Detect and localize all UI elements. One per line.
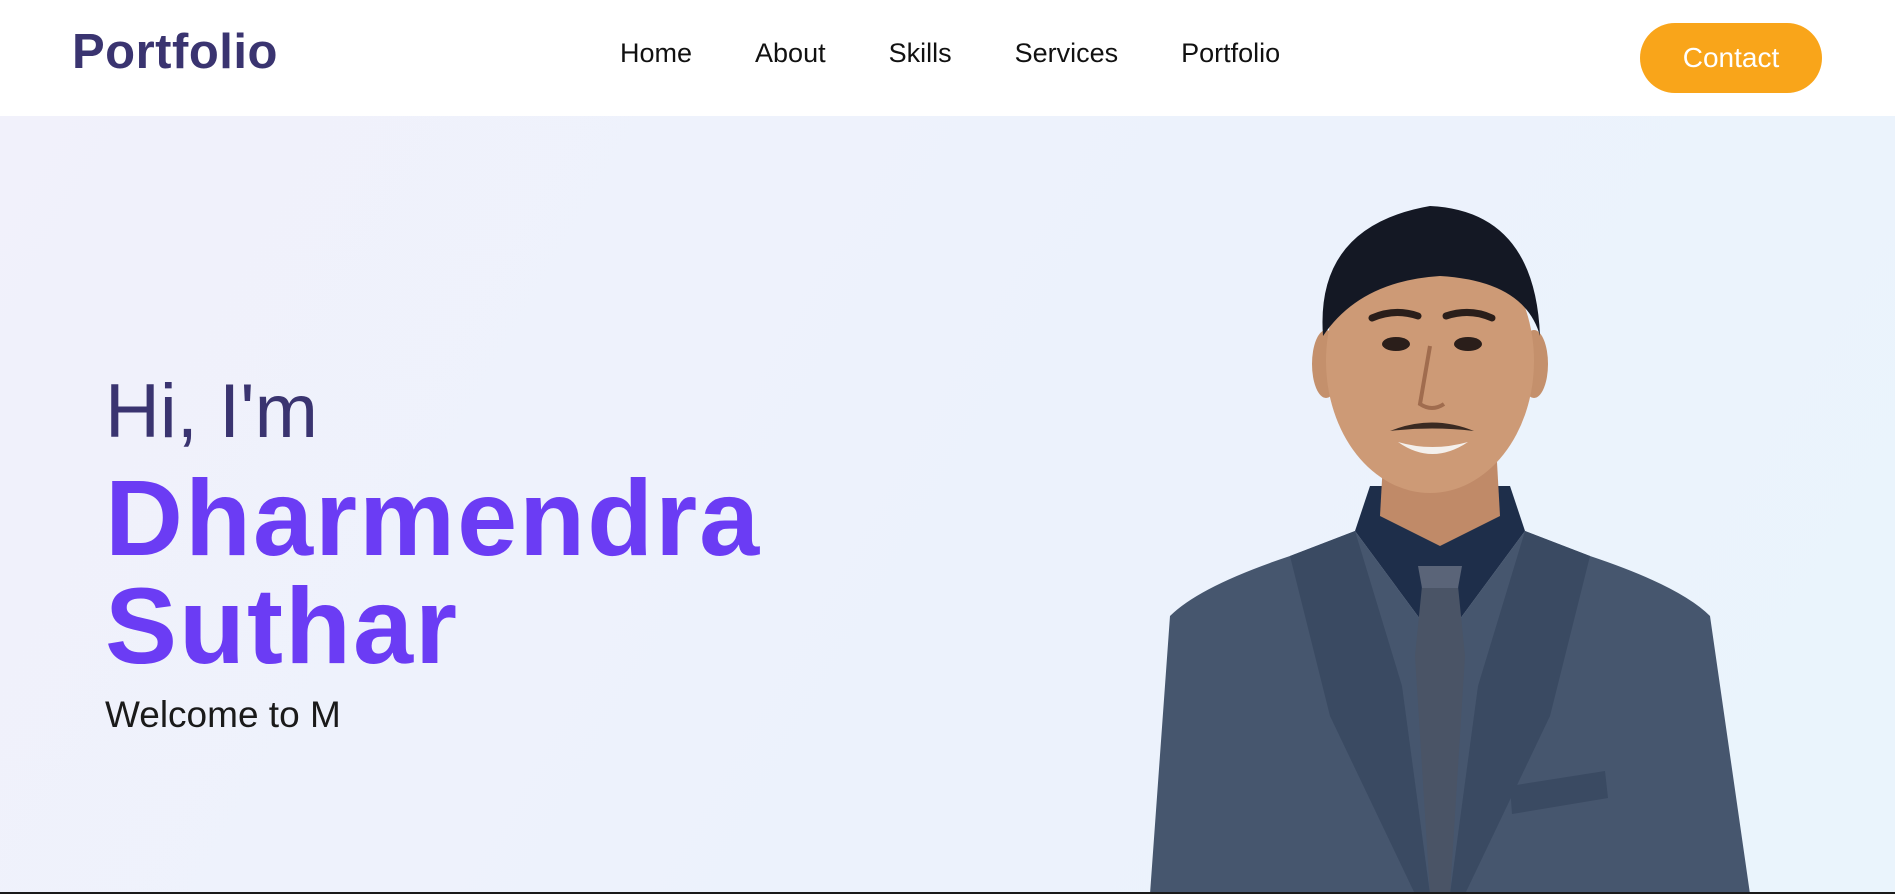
nav-link-skills[interactable]: Skills <box>889 38 952 69</box>
hero-tagline: Welcome to M <box>105 694 341 735</box>
nav-link-services[interactable]: Services <box>1015 38 1119 69</box>
contact-button[interactable]: Contact <box>1640 23 1822 93</box>
nav-link-about[interactable]: About <box>755 38 826 69</box>
nav-link-portfolio[interactable]: Portfolio <box>1181 38 1280 69</box>
profile-portrait <box>1150 206 1750 894</box>
nav-link-home[interactable]: Home <box>620 38 692 69</box>
hero-greeting: Hi, I'm <box>105 369 318 454</box>
hero-name-last: Suthar <box>105 565 460 686</box>
nav-links: Home About Skills Services Portfolio <box>620 38 1280 69</box>
hero-name-first: Dharmendra <box>105 457 762 578</box>
brand-logo[interactable]: Portfolio <box>72 24 278 80</box>
navbar: Portfolio Home About Skills Services Por… <box>0 0 1895 116</box>
hero-section: Hi, I'm Dharmendra Suthar Welcome to M <box>0 116 1895 894</box>
